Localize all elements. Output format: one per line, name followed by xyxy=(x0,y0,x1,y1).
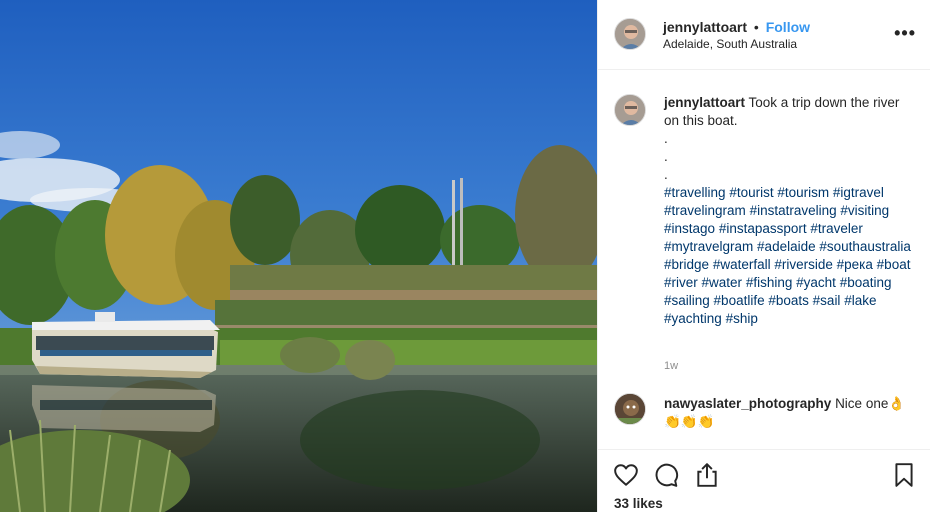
hashtag-link[interactable]: #boats xyxy=(768,293,809,308)
post-photo[interactable] xyxy=(0,0,597,512)
hashtag-link[interactable]: #southaustralia xyxy=(819,239,911,254)
hashtag-link[interactable]: #water xyxy=(702,275,743,290)
hashtag-link[interactable]: #река xyxy=(837,257,873,272)
hashtag-link[interactable]: #boat xyxy=(877,257,911,272)
more-options-button[interactable]: ••• xyxy=(894,24,916,42)
hashtag-link[interactable]: #instago xyxy=(664,221,715,236)
action-bar: 33 likes xyxy=(598,449,930,512)
hashtag-link[interactable]: #bridge xyxy=(664,257,709,272)
profile-picture-icon xyxy=(615,394,645,424)
post-header: jennylattoart • Follow Adelaide, South A… xyxy=(598,0,930,70)
caption-text: jennylattoart Took a trip down the river… xyxy=(664,94,914,328)
hashtag-list: #travelling #tourist #tourism #igtravel … xyxy=(664,184,914,328)
hashtag-link[interactable]: #ship xyxy=(726,311,758,326)
speech-bubble-icon[interactable] xyxy=(653,462,679,488)
hashtag-link[interactable]: #igtravel xyxy=(833,185,884,200)
profile-picture-icon xyxy=(615,19,645,49)
avatar[interactable] xyxy=(614,18,646,50)
hashtag-link[interactable]: #boatlife xyxy=(714,293,765,308)
likes-count[interactable]: 33 likes xyxy=(614,496,663,511)
location-link[interactable]: Adelaide, South Australia xyxy=(663,37,797,51)
hashtag-link[interactable]: #mytravelgram xyxy=(664,239,753,254)
bookmark-icon[interactable] xyxy=(891,462,917,488)
comment-emoji-line: 👏👏👏 xyxy=(664,414,715,429)
hashtag-link[interactable]: #instapassport xyxy=(719,221,807,236)
hashtag-link[interactable]: #boating xyxy=(840,275,892,290)
hashtag-link[interactable]: #traveler xyxy=(810,221,863,236)
hashtag-link[interactable]: #lake xyxy=(844,293,876,308)
hashtag-link[interactable]: #riverside xyxy=(774,257,833,272)
hashtag-link[interactable]: #yacht xyxy=(796,275,836,290)
hashtag-link[interactable]: #tourism xyxy=(777,185,829,200)
caption-dot-3: . xyxy=(664,167,668,182)
follow-button[interactable]: Follow xyxy=(766,19,810,35)
hashtag-link[interactable]: #sail xyxy=(813,293,841,308)
comment-text: nawyaslater_photography Nice one👌 👏👏👏 xyxy=(664,395,914,431)
separator: • xyxy=(753,19,759,35)
author-username[interactable]: jennylattoart xyxy=(663,19,747,35)
hashtag-link[interactable]: #instatraveling xyxy=(750,203,837,218)
river-boat-image xyxy=(0,0,597,512)
author-line: jennylattoart • Follow xyxy=(663,19,810,36)
hashtag-link[interactable]: #tourist xyxy=(729,185,773,200)
hashtag-link[interactable]: #adelaide xyxy=(757,239,816,254)
hashtag-link[interactable]: #visiting xyxy=(840,203,889,218)
caption-dot-1: . xyxy=(664,131,668,146)
post-side-panel: jennylattoart • Follow Adelaide, South A… xyxy=(597,0,930,512)
hashtag-link[interactable]: #travelling xyxy=(664,185,726,200)
caption-username[interactable]: jennylattoart xyxy=(664,95,745,110)
profile-picture-icon xyxy=(615,95,645,125)
boat xyxy=(32,312,220,378)
comment-avatar[interactable] xyxy=(614,393,646,425)
caption-dot-2: . xyxy=(664,149,668,164)
hashtag-link[interactable]: #travelingram xyxy=(664,203,746,218)
share-icon[interactable] xyxy=(694,462,720,488)
hashtag-link[interactable]: #river xyxy=(664,275,698,290)
heart-icon[interactable] xyxy=(613,462,639,488)
hashtag-link[interactable]: #yachting xyxy=(664,311,722,326)
comment-body: Nice one👌 xyxy=(835,396,906,411)
hashtag-link[interactable]: #sailing xyxy=(664,293,710,308)
caption-avatar[interactable] xyxy=(614,94,646,126)
hashtag-link[interactable]: #waterfall xyxy=(713,257,771,272)
hashtag-link[interactable]: #fishing xyxy=(746,275,793,290)
post-age[interactable]: 1w xyxy=(664,360,678,372)
comment-username[interactable]: nawyaslater_photography xyxy=(664,396,831,411)
